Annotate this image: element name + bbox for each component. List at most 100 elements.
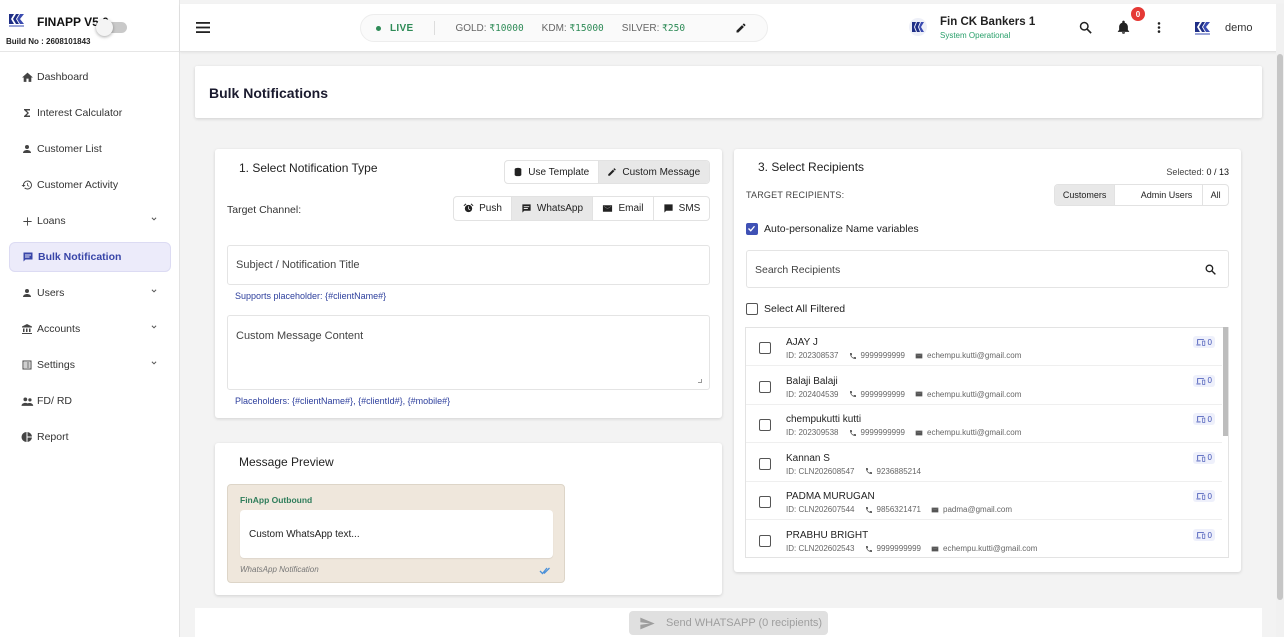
top-bar: LIVE GOLD: ₹10000 KDM: ₹15000 SILVER: ₹2… <box>180 4 1284 52</box>
device-count-badge: 0 <box>1192 413 1215 426</box>
preview-bubble: Custom WhatsApp text... <box>240 510 553 558</box>
more-vert-icon[interactable] <box>1152 20 1166 38</box>
user-avatar-icon[interactable] <box>1194 20 1212 39</box>
sidebar-item-fd-rd[interactable]: FD/ RD <box>9 386 171 416</box>
sidebar-item-label: Interest Calculator <box>37 107 123 119</box>
recipient-meta: ID: CLN202607544 9856321471 padma@gmail.co… <box>786 505 1012 514</box>
selected-label: Selected: <box>1166 167 1204 177</box>
sidebar-item-bulk-notification[interactable]: Bulk Notification <box>9 242 171 272</box>
chevron-down-icon[interactable] <box>149 358 159 371</box>
notification-bell-icon[interactable] <box>1116 20 1131 38</box>
rate-kdm: KDM: ₹15000 <box>542 23 604 34</box>
recipient-checkbox[interactable] <box>759 535 771 547</box>
list-item[interactable]: Balaji Balaji ID: 202404539 9999999999 eche… <box>746 367 1222 405</box>
message-content-textarea[interactable]: Custom Message Content <box>227 315 710 390</box>
channel-push[interactable]: Push <box>454 197 512 220</box>
list-item[interactable]: chempukutti kutti ID: 202309538 9999999999… <box>746 405 1222 444</box>
chevron-down-icon[interactable] <box>149 214 159 227</box>
recipient-id: ID: CLN202602543 <box>786 544 855 553</box>
resize-handle-icon[interactable] <box>698 379 702 383</box>
rate-name: SILVER: <box>621 22 660 34</box>
custom-message-button[interactable]: Custom Message <box>598 161 709 183</box>
recipient-email: echempu.kutti@gmail.com <box>931 544 1037 553</box>
recipient-meta: ID: 202309538 9999999999 echempu.kutti@gma… <box>786 428 1021 437</box>
sidebar-item-loans[interactable]: Loans <box>9 206 171 236</box>
selected-value: 0 / 13 <box>1206 167 1229 177</box>
device-count-badge: 0 <box>1192 336 1215 348</box>
channel-label: Push <box>479 203 502 214</box>
device-count-badge: 0 <box>1192 374 1215 387</box>
selected-count: Selected: 0 / 13 <box>1166 167 1229 177</box>
search-icon[interactable] <box>1204 263 1217 279</box>
auto-personalize-checkbox[interactable] <box>746 223 758 235</box>
channel-whatsapp[interactable]: WhatsApp <box>512 197 593 220</box>
page-scrollbar-thumb[interactable] <box>1277 54 1283 600</box>
search-recipients-input[interactable]: Search Recipients <box>746 250 1229 288</box>
subject-input[interactable]: Subject / Notification Title <box>227 245 710 285</box>
alarm-icon <box>463 203 474 213</box>
chevron-down-icon[interactable] <box>149 322 159 335</box>
sidebar-item-label: Accounts <box>37 323 81 335</box>
toggle-knob[interactable] <box>96 19 113 36</box>
bank-icon <box>20 322 34 336</box>
device-count: 0 <box>1207 530 1212 540</box>
channel-email[interactable]: Email <box>593 197 654 220</box>
sidebar-item-accounts[interactable]: Accounts <box>9 314 171 344</box>
list-item[interactable]: AJAY J ID: 202308537 9999999999 echempu.kut… <box>746 328 1222 366</box>
recipient-checkbox[interactable] <box>759 342 771 354</box>
chevron-down-icon[interactable] <box>149 286 159 299</box>
recipient-id: ID: CLN202607544 <box>786 505 855 515</box>
edit-rates-icon[interactable] <box>735 22 747 37</box>
person-icon <box>20 286 34 300</box>
channel-label: Email <box>618 203 644 214</box>
ck-logo-icon <box>908 18 928 39</box>
sidebar-item-settings[interactable]: Settings <box>9 350 171 380</box>
notification-type-card: 1. Select Notification Type Use Template… <box>215 149 722 418</box>
recipient-list-scrollbar[interactable] <box>1223 327 1228 436</box>
sidebar-item-users[interactable]: Users <box>9 278 171 308</box>
recipient-checkbox[interactable] <box>759 419 771 432</box>
email-icon <box>915 353 923 358</box>
page-scrollbar[interactable] <box>1276 4 1284 637</box>
device-count-badge: 0 <box>1192 451 1215 464</box>
theme-toggle[interactable] <box>96 19 127 36</box>
recipient-name: Balaji Balaji <box>786 375 838 387</box>
phone-icon <box>849 429 856 436</box>
recipient-name: PADMA MURUGAN <box>786 491 875 503</box>
user-name[interactable]: demo <box>1225 22 1253 34</box>
recipient-meta: ID: 202404539 9999999999 echempu.kutti@gma… <box>786 390 1021 399</box>
list-item[interactable]: PRABHU BRIGHT ID: CLN202602543 9999999999 e… <box>746 521 1222 557</box>
target-customers[interactable]: Customers <box>1055 185 1116 205</box>
target-admin-users[interactable]: Admin Users <box>1115 185 1204 205</box>
use-template-label: Use Template <box>528 166 590 178</box>
sidebar-item-report[interactable]: Report <box>9 422 171 452</box>
recipient-phone: 9999999999 <box>849 351 905 360</box>
phone-icon <box>849 352 856 359</box>
pie-chart-icon <box>20 430 34 444</box>
use-template-button[interactable]: Use Template <box>505 161 599 183</box>
recipient-checkbox[interactable] <box>759 380 771 393</box>
sidebar-item-customer-activity[interactable]: Customer Activity <box>9 170 171 200</box>
recipient-phone: 9236885214 <box>865 467 921 476</box>
sidebar-item-interest-calculator[interactable]: Interest Calculator <box>9 98 171 128</box>
menu-icon[interactable] <box>196 21 211 37</box>
send-button[interactable]: Send WHATSAPP (0 recipients) <box>629 611 828 635</box>
recipient-checkbox[interactable] <box>759 496 771 509</box>
sidebar-item-customer-list[interactable]: Customer List <box>9 134 171 164</box>
device-count: 0 <box>1207 376 1212 386</box>
recipient-checkbox[interactable] <box>759 457 771 470</box>
list-item[interactable]: Kannan S ID: CLN202608547 9236885214 0 <box>746 444 1222 482</box>
device-count-badge: 0 <box>1192 529 1215 541</box>
recipient-id: ID: 202308537 <box>786 351 839 360</box>
target-all[interactable]: All <box>1203 185 1228 205</box>
search-placeholder: Search Recipients <box>755 264 841 276</box>
device-count-badge: 0 <box>1192 490 1215 503</box>
recipient-meta: ID: CLN202602543 9999999999 echempu.kutti@… <box>786 544 1037 553</box>
channel-sms[interactable]: SMS <box>654 197 709 220</box>
select-all-checkbox[interactable] <box>746 303 758 315</box>
sms-icon <box>664 204 673 213</box>
sidebar-item-dashboard[interactable]: Dashboard <box>9 62 171 92</box>
list-item[interactable]: PADMA MURUGAN ID: CLN202607544 9856321471 p… <box>746 482 1222 521</box>
search-icon[interactable] <box>1078 20 1093 38</box>
page-title: Bulk Notifications <box>209 85 329 101</box>
